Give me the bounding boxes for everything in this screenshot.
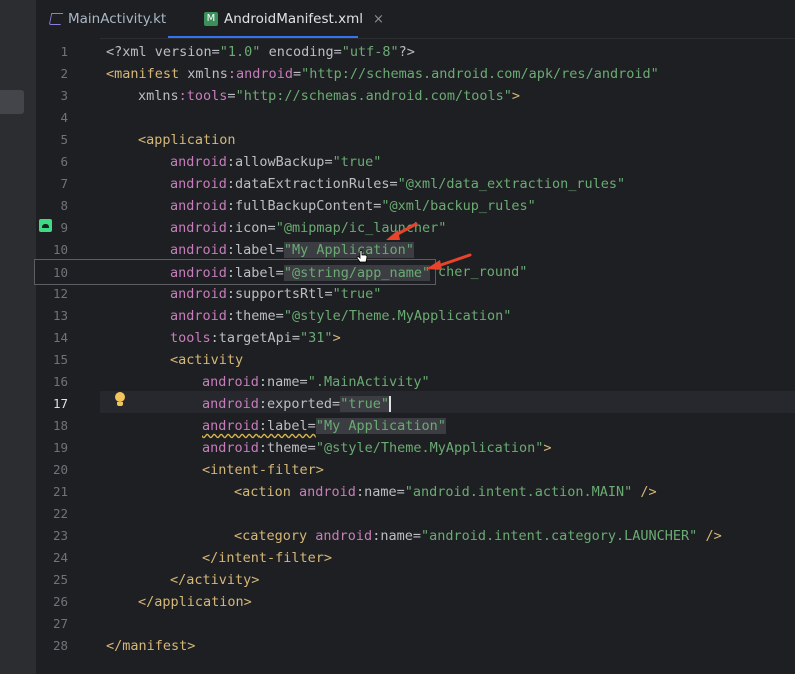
line-number: 8 [60,198,68,213]
code-line-6: android:allowBackup="true" [170,154,382,170]
tab-androidmanifest[interactable]: M AndroidManifest.xml × [204,0,384,38]
line-number: 28 [52,638,68,653]
code-line-13: android:theme="@style/Theme.MyApplicatio… [170,308,512,324]
tab-label: AndroidManifest.xml [224,11,363,27]
red-arrow-icon [386,222,418,240]
line-number: 22 [52,506,68,521]
line-number: 3 [60,88,68,103]
line-number: 10 [52,242,68,257]
code-line-12: android:supportsRtl="true" [170,286,382,302]
lightbulb-icon[interactable] [114,392,126,408]
code-line-2: <manifest xmlns:android="http://schemas.… [106,66,659,82]
line-number: 6 [60,154,68,169]
editor-tab-bar: MainActivity.kt M AndroidManifest.xml × [36,0,795,39]
line-number: 12 [52,286,68,301]
code-line-16: android:name=".MainActivity" [202,374,430,390]
code-line-24: </intent-filter> [202,550,333,566]
text-caret [388,396,391,412]
android-icon[interactable] [39,219,52,232]
line-number: 20 [52,462,68,477]
popup-code: android:label="@string/app_name" [170,265,431,281]
code-line-20: <intent-filter> [202,462,324,478]
line-number: 23 [52,528,68,543]
tab-label: MainActivity.kt [68,11,167,27]
code-line-8: android:fullBackupContent="@xml/backup_r… [170,198,536,214]
popup-line-number: 10 [52,265,68,280]
line-number: 16 [52,374,68,389]
close-icon[interactable]: × [373,12,384,27]
code-line-26: </application> [138,594,252,610]
kotlin-file-icon [48,13,64,25]
code-line-23: <category android:name="android.intent.c… [234,528,722,544]
code-line-10: android:label="My Application" [170,242,414,258]
code-line-18: android:label="My Application" [202,418,446,434]
line-number: 17 [52,396,68,411]
tool-window-button[interactable] [0,90,24,114]
red-arrow-icon [426,253,472,270]
code-line-7: android:dataExtractionRules="@xml/data_e… [170,176,626,192]
code-line-5: <application [138,132,236,148]
left-tool-strip [0,0,36,674]
pointer-hand-icon [356,250,368,263]
line-number: 1 [60,44,68,59]
line-number: 2 [60,66,68,81]
code-line-14: tools:targetApi="31"> [170,330,341,346]
line-number: 7 [60,176,68,191]
code-line-28: </manifest> [106,638,196,654]
line-number-gutter[interactable]: 1 2 3 4 5 6 7 8 9 10 12 13 14 15 16 17 18 19 20 21 22 23 24 25 2… [36,38,100,674]
code-line-19: android:theme="@style/Theme.MyApplicatio… [202,440,552,456]
line-number: 18 [52,418,68,433]
line-number: 15 [52,352,68,367]
code-line-3: xmlns:tools="http://schemas.android.com/… [138,88,521,104]
code-line-1: <?xml version="1.0" encoding="utf-8"?> [106,44,415,60]
line-number: 14 [52,330,68,345]
line-number: 26 [52,594,68,609]
line-number: 21 [52,484,68,499]
line-number: 4 [60,110,68,125]
code-line-21: <action android:name="android.intent.act… [234,484,657,500]
code-editor[interactable]: <?xml version="1.0" encoding="utf-8"?> <… [100,38,795,674]
line-number: 27 [52,616,68,631]
code-line-25: </activity> [170,572,260,588]
line-number: 19 [52,440,68,455]
tab-mainactivity[interactable]: MainActivity.kt [48,0,167,38]
line-number: 25 [52,572,68,587]
code-line-15: <activity [170,352,244,368]
line-number: 24 [52,550,68,565]
manifest-file-icon: M [204,12,218,26]
preview-popup: 10 android:label="@string/app_name" [34,259,436,285]
line-number: 5 [60,132,68,147]
code-line-17: android:exported="true" [202,396,391,412]
line-number: 13 [52,308,68,323]
